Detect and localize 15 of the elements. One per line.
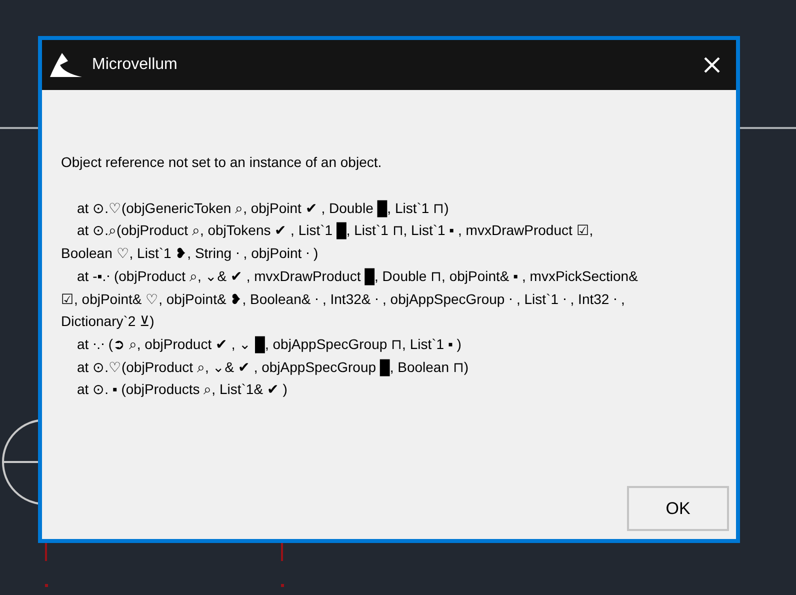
tick-mark: [45, 543, 47, 561]
stack-trace-line: at ⊙.⌕(objProduct ⌕, objTokens ✔ , List`1 █, List`1 ⊓, List`1 ▪ , mvxDrawProduct ☑, Boolean ♡, List`1 ❥, String ⋅ , objPoint ⋅ ): [61, 221, 594, 264]
dot-mark: [281, 584, 284, 587]
logo-icon: [48, 51, 84, 79]
stack-trace-line: at ⊙.♡(objProduct ⌕, ⌄& ✔ , objAppSpecGroup █, Boolean ⊓): [76, 358, 470, 378]
stack-trace-line: at ⋅.⋅ (➲ ⌕, objProduct ✔ , ⌄ █, objAppSpecGroup ⊓, List`1 ▪ ): [76, 334, 462, 356]
stack-trace-line: at -▪.⋅ (objProduct ⌕, ⌄& ✔ , mvxDrawProduct █, Double ⊓, objPoint& ▪ , mvxPickSection& ☑, objPoint& ♡, objPoint& ❥, Boolean& ⋅ , Int32& ⋅ , objAppSpecGroup ⋅ , List`1 ⋅ , Int32 ⋅ , Dictionary`2 ⊻): [61, 266, 639, 332]
window-title: Microvellum: [92, 55, 178, 75]
stack-trace-line: at ⊙. ▪ (objProducts ⌕, List`1& ✔ ): [76, 380, 288, 400]
close-icon: [704, 57, 720, 73]
tick-mark: [281, 543, 283, 561]
stack-trace-line: at ⊙.♡(objGenericToken ⌕, objPoint ✔ , Double █, List`1 ⊓): [76, 198, 450, 220]
ok-button[interactable]: OK: [627, 486, 729, 531]
dot-mark: [45, 584, 48, 587]
error-message: Object reference not set to an instance of an object.: [61, 153, 383, 172]
